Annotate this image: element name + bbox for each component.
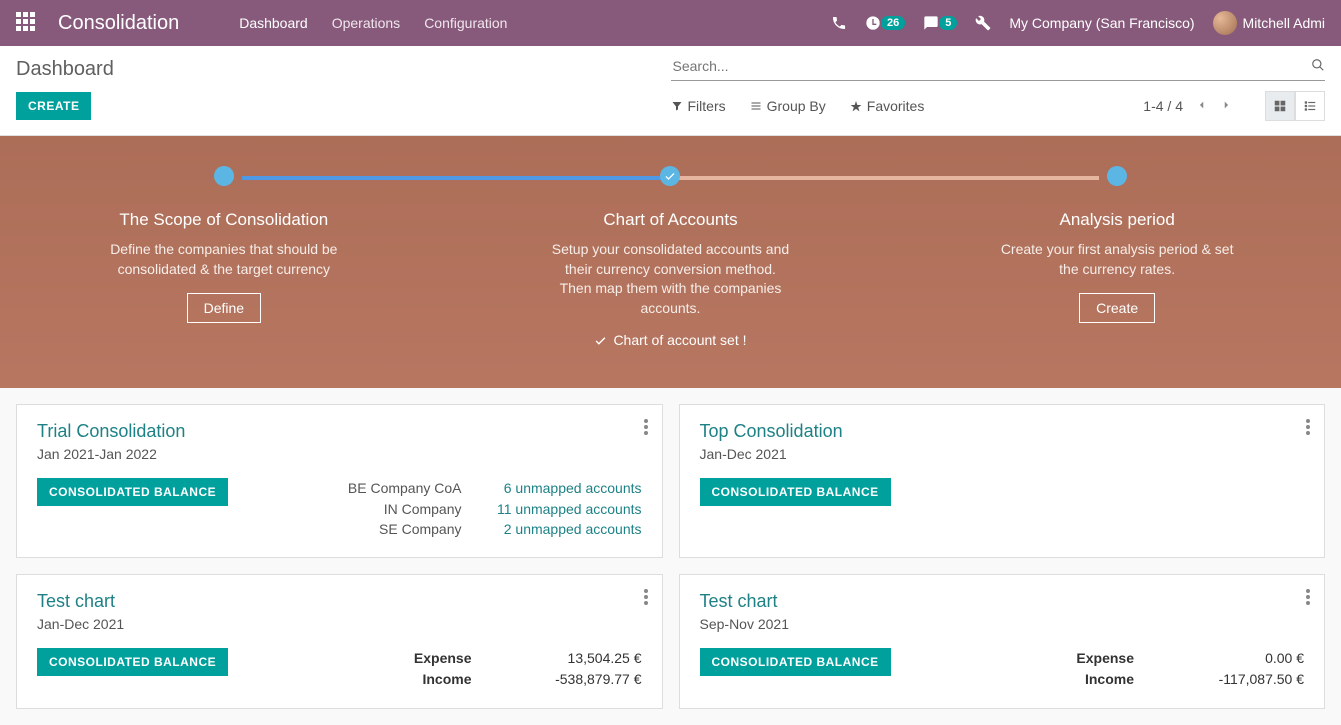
step-dot-icon xyxy=(1107,166,1127,186)
income-value: -117,087.50 € xyxy=(1184,669,1304,690)
avatar xyxy=(1213,11,1237,35)
income-label: Income xyxy=(1076,669,1134,690)
card-subtitle: Jan-Dec 2021 xyxy=(37,616,642,632)
card-menu-icon[interactable] xyxy=(644,419,648,438)
pager-value[interactable]: 1-4 / 4 xyxy=(1143,98,1183,114)
search-icon[interactable] xyxy=(1311,58,1325,75)
company-switcher[interactable]: My Company (San Francisco) xyxy=(1009,15,1194,31)
consolidation-card[interactable]: Trial Consolidation Jan 2021-Jan 2022 CO… xyxy=(16,404,663,558)
pager-next-icon[interactable] xyxy=(1221,98,1231,115)
step-done-icon xyxy=(660,166,680,186)
card-title[interactable]: Top Consolidation xyxy=(700,421,1305,442)
breadcrumb: Dashboard xyxy=(16,58,114,81)
pager-prev-icon[interactable] xyxy=(1197,98,1207,115)
groupby-dropdown[interactable]: Group By xyxy=(750,98,826,114)
step-title: The Scope of Consolidation xyxy=(23,210,425,230)
company-row: BE Company CoA xyxy=(348,478,462,498)
expense-label: Expense xyxy=(1076,648,1134,669)
card-title[interactable]: Trial Consolidation xyxy=(37,421,642,442)
consolidated-balance-button[interactable]: CONSOLIDATED BALANCE xyxy=(700,648,891,676)
consolidated-balance-button[interactable]: CONSOLIDATED BALANCE xyxy=(37,478,228,506)
step-status: Chart of account set ! xyxy=(469,332,871,348)
create-button[interactable]: CREATE xyxy=(16,92,91,120)
consolidation-card[interactable]: Test chart Jan-Dec 2021 CONSOLIDATED BAL… xyxy=(16,574,663,709)
income-label: Income xyxy=(414,669,472,690)
define-button[interactable]: Define xyxy=(187,293,261,323)
debug-icon[interactable] xyxy=(975,15,991,31)
activity-icon[interactable]: 26 xyxy=(865,15,905,31)
card-menu-icon[interactable] xyxy=(644,589,648,608)
company-row: IN Company xyxy=(348,499,462,519)
favorites-dropdown[interactable]: Favorites xyxy=(850,98,925,114)
consolidation-card[interactable]: Test chart Sep-Nov 2021 CONSOLIDATED BAL… xyxy=(679,574,1326,709)
income-value: -538,879.77 € xyxy=(522,669,642,690)
message-count: 5 xyxy=(939,16,957,30)
card-title[interactable]: Test chart xyxy=(700,591,1305,612)
expense-label: Expense xyxy=(414,648,472,669)
consolidation-card[interactable]: Top Consolidation Jan-Dec 2021 CONSOLIDA… xyxy=(679,404,1326,558)
card-subtitle: Jan 2021-Jan 2022 xyxy=(37,446,642,462)
unmapped-link[interactable]: 6 unmapped accounts xyxy=(482,478,642,498)
app-brand: Consolidation xyxy=(58,12,179,35)
list-view-icon[interactable] xyxy=(1295,91,1325,121)
card-subtitle: Sep-Nov 2021 xyxy=(700,616,1305,632)
filters-dropdown[interactable]: Filters xyxy=(671,98,726,114)
consolidated-balance-button[interactable]: CONSOLIDATED BALANCE xyxy=(700,478,891,506)
step-desc: Setup your consolidated accounts and the… xyxy=(550,240,790,318)
expense-value: 0.00 € xyxy=(1184,648,1304,669)
step-title: Analysis period xyxy=(916,210,1318,230)
kanban-view-icon[interactable] xyxy=(1265,91,1295,121)
step-title: Chart of Accounts xyxy=(469,210,871,230)
messages-icon[interactable]: 5 xyxy=(923,15,957,31)
step-dot-icon xyxy=(214,166,234,186)
card-menu-icon[interactable] xyxy=(1306,419,1310,438)
phone-icon[interactable] xyxy=(831,15,847,31)
nav-dashboard[interactable]: Dashboard xyxy=(239,15,308,31)
activity-count: 26 xyxy=(881,16,905,30)
consolidated-balance-button[interactable]: CONSOLIDATED BALANCE xyxy=(37,648,228,676)
nav-operations[interactable]: Operations xyxy=(332,15,400,31)
search-input[interactable] xyxy=(671,54,1312,78)
step-desc: Define the companies that should be cons… xyxy=(104,240,344,279)
step-desc: Create your first analysis period & set … xyxy=(997,240,1237,279)
card-menu-icon[interactable] xyxy=(1306,589,1310,608)
expense-value: 13,504.25 € xyxy=(522,648,642,669)
nav-configuration[interactable]: Configuration xyxy=(424,15,507,31)
user-menu[interactable]: Mitchell Admi xyxy=(1213,11,1325,35)
unmapped-link[interactable]: 2 unmapped accounts xyxy=(482,519,642,539)
apps-menu-icon[interactable] xyxy=(16,12,38,34)
unmapped-link[interactable]: 11 unmapped accounts xyxy=(482,499,642,519)
card-subtitle: Jan-Dec 2021 xyxy=(700,446,1305,462)
card-title[interactable]: Test chart xyxy=(37,591,642,612)
create-period-button[interactable]: Create xyxy=(1079,293,1155,323)
company-row: SE Company xyxy=(348,519,462,539)
